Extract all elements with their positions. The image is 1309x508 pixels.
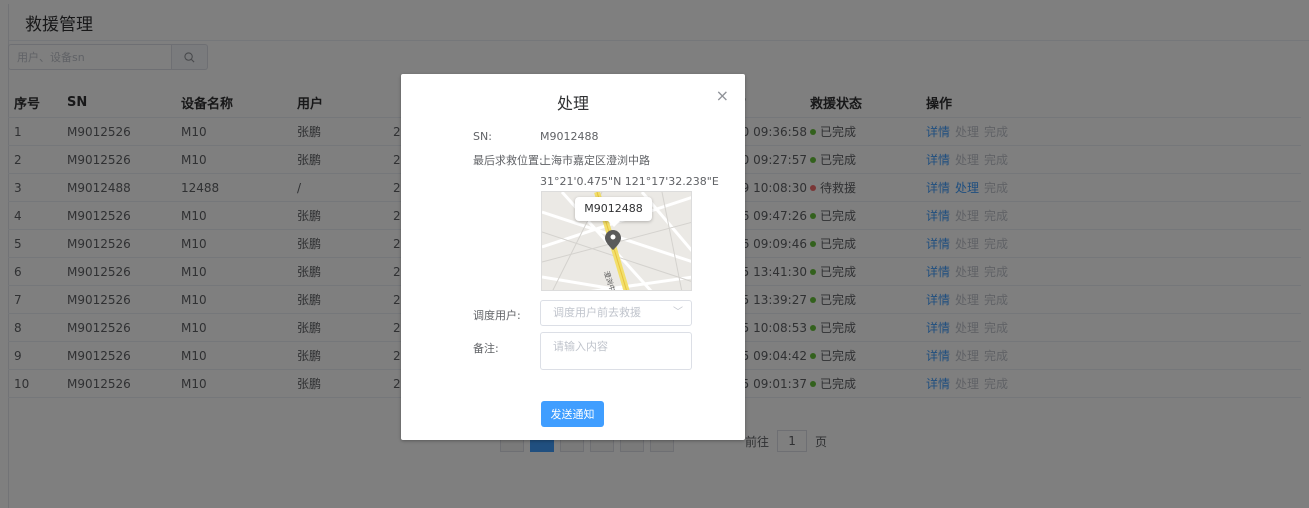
chevron-down-icon: ﹀ <box>673 307 683 318</box>
remark-textarea[interactable] <box>540 332 692 370</box>
send-notification-button[interactable]: 发送通知 <box>541 401 604 427</box>
coordinates: 31°21'0.475"N 121°17'32.238"E <box>540 175 719 188</box>
dispatch-user-select[interactable]: 调度用户前去救援 ﹀ <box>540 300 692 326</box>
location-label: 最后求救位置: <box>473 154 543 167</box>
close-icon[interactable]: × <box>716 86 729 105</box>
location-value: 上海市嘉定区澄浏中路 <box>540 154 650 167</box>
location-map[interactable]: 澄浏中路 M9012488 <box>541 191 692 291</box>
sn-value: M9012488 <box>540 130 599 143</box>
dispatch-placeholder: 调度用户前去救援 <box>553 306 641 319</box>
dispatch-label: 调度用户: <box>473 309 521 322</box>
dialog-title: 处理 <box>556 94 589 113</box>
map-pin-icon[interactable] <box>605 230 621 250</box>
sn-label: SN: <box>473 130 492 143</box>
remark-label: 备注: <box>473 342 499 355</box>
map-marker-label: M9012488 <box>575 197 652 227</box>
process-dialog: 处理 × SN: M9012488 最后求救位置: 上海市嘉定区澄浏中路 31°… <box>401 74 745 440</box>
